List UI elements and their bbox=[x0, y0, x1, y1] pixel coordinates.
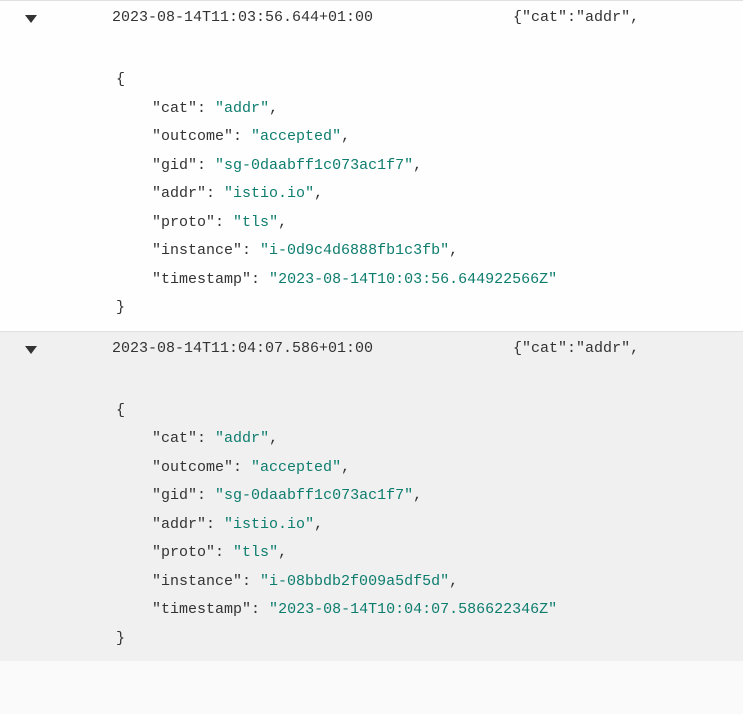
log-json-expanded: { "cat": "addr", "outcome": "accepted", … bbox=[116, 397, 743, 654]
json-value-addr: istio.io bbox=[233, 185, 305, 202]
json-field: "cat": "addr", bbox=[116, 425, 743, 454]
json-field: "instance": "i-08bbdb2f009a5df5d", bbox=[116, 568, 743, 597]
json-brace-open: { bbox=[116, 66, 743, 95]
log-json-preview: {"cat":"addr", bbox=[513, 340, 639, 357]
json-value-cat: addr bbox=[224, 430, 260, 447]
expand-toggle-icon[interactable] bbox=[25, 346, 37, 354]
log-entry: 2023-08-14T11:04:07.586+01:00 {"cat":"ad… bbox=[0, 331, 743, 662]
json-field: "cat": "addr", bbox=[116, 95, 743, 124]
json-field: "addr": "istio.io", bbox=[116, 511, 743, 540]
log-timestamp: 2023-08-14T11:04:07.586+01:00 bbox=[112, 340, 373, 357]
json-value-outcome: accepted bbox=[260, 128, 332, 145]
json-field: "gid": "sg-0daabff1c073ac1f7", bbox=[116, 482, 743, 511]
json-value-gid: sg-0daabff1c073ac1f7 bbox=[224, 487, 404, 504]
json-value-proto: tls bbox=[242, 544, 269, 561]
log-entry-header: 2023-08-14T11:03:56.644+01:00 {"cat":"ad… bbox=[0, 9, 743, 26]
json-field: "proto": "tls", bbox=[116, 209, 743, 238]
json-value-instance: i-08bbdb2f009a5df5d bbox=[269, 573, 440, 590]
json-field: "timestamp": "2023-08-14T10:03:56.644922… bbox=[116, 266, 743, 295]
log-json-preview: {"cat":"addr", bbox=[513, 9, 639, 26]
json-brace-open: { bbox=[116, 397, 743, 426]
json-value-cat: addr bbox=[224, 100, 260, 117]
json-field: "instance": "i-0d9c4d6888fb1c3fb", bbox=[116, 237, 743, 266]
json-field: "outcome": "accepted", bbox=[116, 454, 743, 483]
json-brace-close: } bbox=[116, 625, 743, 654]
log-entry-header: 2023-08-14T11:04:07.586+01:00 {"cat":"ad… bbox=[0, 340, 743, 357]
json-value-timestamp: 2023-08-14T10:04:07.586622346Z bbox=[278, 601, 548, 618]
json-value-timestamp: 2023-08-14T10:03:56.644922566Z bbox=[278, 271, 548, 288]
json-field: "outcome": "accepted", bbox=[116, 123, 743, 152]
expand-toggle-icon[interactable] bbox=[25, 15, 37, 23]
json-brace-close: } bbox=[116, 294, 743, 323]
json-value-proto: tls bbox=[242, 214, 269, 231]
log-timestamp: 2023-08-14T11:03:56.644+01:00 bbox=[112, 9, 373, 26]
json-value-outcome: accepted bbox=[260, 459, 332, 476]
log-json-expanded: { "cat": "addr", "outcome": "accepted", … bbox=[116, 66, 743, 323]
json-value-addr: istio.io bbox=[233, 516, 305, 533]
json-value-instance: i-0d9c4d6888fb1c3fb bbox=[269, 242, 440, 259]
log-entry: 2023-08-14T11:03:56.644+01:00 {"cat":"ad… bbox=[0, 0, 743, 331]
json-field: "timestamp": "2023-08-14T10:04:07.586622… bbox=[116, 596, 743, 625]
json-field: "addr": "istio.io", bbox=[116, 180, 743, 209]
json-value-gid: sg-0daabff1c073ac1f7 bbox=[224, 157, 404, 174]
json-field: "gid": "sg-0daabff1c073ac1f7", bbox=[116, 152, 743, 181]
json-field: "proto": "tls", bbox=[116, 539, 743, 568]
